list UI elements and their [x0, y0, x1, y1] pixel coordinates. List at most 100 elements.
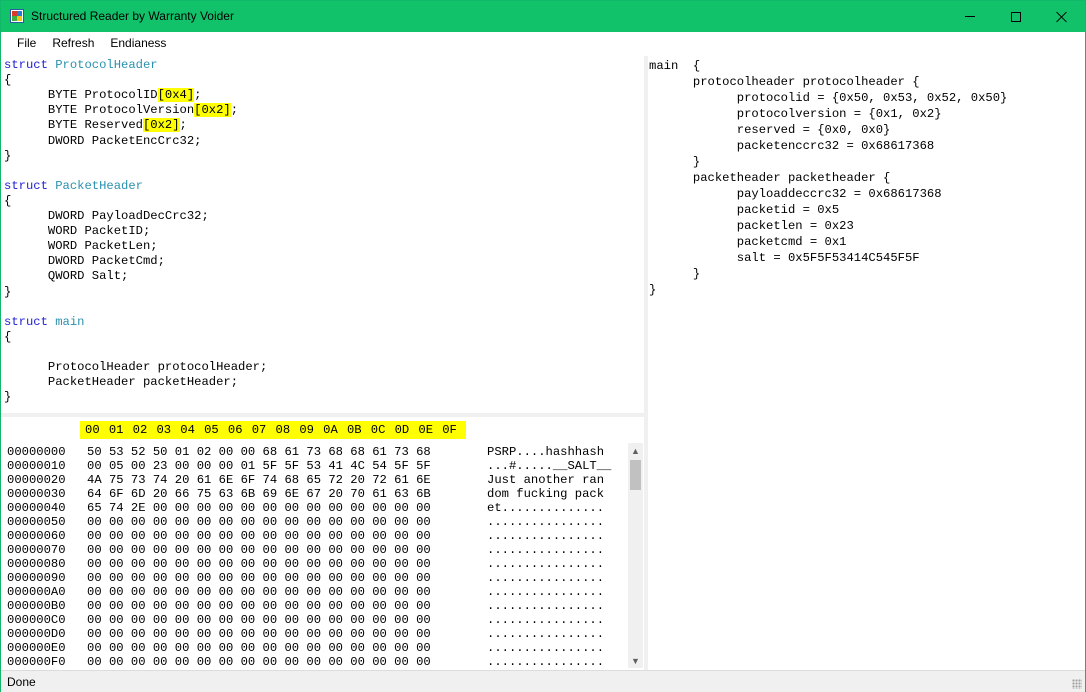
scroll-down-icon[interactable]: ▼ — [628, 653, 643, 668]
output-line: protocolid = {0x50, 0x53, 0x52, 0x50} — [649, 91, 1008, 105]
output-line: packetlen = 0x23 — [649, 219, 854, 233]
horizontal-splitter[interactable] — [1, 413, 645, 417]
editor-line: { — [4, 194, 11, 209]
hex-address: 00000030 — [7, 487, 66, 501]
hex-ascii[interactable]: ................ — [487, 627, 604, 641]
menu-refresh[interactable]: Refresh — [44, 32, 102, 54]
type-name-token: ProtocolHeader — [55, 58, 158, 72]
editor-line: } — [4, 285, 11, 300]
hex-bytes[interactable]: 65 74 2E 00 00 00 00 00 00 00 00 00 00 0… — [87, 501, 431, 515]
keyword-token: struct — [4, 58, 56, 72]
minimize-icon — [965, 16, 975, 17]
hex-bytes[interactable]: 00 00 00 00 00 00 00 00 00 00 00 00 00 0… — [87, 655, 431, 668]
hex-bytes[interactable]: 00 00 00 00 00 00 00 00 00 00 00 00 00 0… — [87, 613, 431, 627]
parsed-output-view[interactable]: main { protocolheader protocolheader { p… — [648, 56, 1085, 670]
editor-line: WORD PacketID; — [4, 224, 150, 239]
editor-line: struct ProtocolHeader — [4, 58, 158, 73]
hex-bytes[interactable]: 50 53 52 50 01 02 00 00 68 61 73 68 68 6… — [87, 445, 431, 459]
hex-column-header: 00 01 02 03 04 05 06 07 08 09 0A 0B 0C 0D 0E 0F — [80, 421, 466, 439]
hex-bytes[interactable]: 00 00 00 00 00 00 00 00 00 00 00 00 00 0… — [87, 571, 431, 585]
hex-ascii[interactable]: et.............. — [487, 501, 604, 515]
output-line: packetcmd = 0x1 — [649, 235, 847, 249]
type-name-token: PacketHeader — [55, 178, 143, 193]
hex-bytes[interactable]: 00 00 00 00 00 00 00 00 00 00 00 00 00 0… — [87, 599, 431, 613]
hex-bytes[interactable]: 64 6F 6D 20 66 75 63 6B 69 6E 67 20 70 6… — [87, 487, 431, 501]
code-text: { — [4, 73, 12, 88]
code-text: ; — [194, 88, 202, 103]
output-line: protocolheader protocolheader { — [649, 75, 920, 89]
editor-line: struct main — [4, 315, 84, 330]
hex-bytes[interactable]: 00 00 00 00 00 00 00 00 00 00 00 00 00 0… — [87, 627, 431, 641]
hex-ascii[interactable]: ................ — [487, 543, 604, 557]
hex-column-label: 0A — [323, 423, 338, 437]
resize-grip-icon[interactable] — [1072, 679, 1082, 689]
struct-definition-editor[interactable]: struct ProtocolHeader{ BYTE ProtocolID[0… — [2, 56, 644, 413]
hex-bytes[interactable]: 00 05 00 23 00 00 00 01 5F 5F 53 41 4C 5… — [87, 459, 431, 473]
title-bar[interactable]: Structured Reader by Warranty Voider — [1, 1, 1085, 32]
hex-address: 000000D0 — [7, 627, 66, 641]
hex-ascii[interactable]: ................ — [487, 613, 604, 627]
hex-ascii[interactable]: ................ — [487, 599, 604, 613]
highlighted-size: [0x2] — [142, 118, 180, 133]
menu-file[interactable]: File — [9, 32, 44, 54]
hex-ascii[interactable]: ...#.....__SALT__ — [487, 459, 611, 473]
hex-bytes[interactable]: 00 00 00 00 00 00 00 00 00 00 00 00 00 0… — [87, 557, 431, 571]
close-icon — [1056, 11, 1068, 23]
hex-address: 00000020 — [7, 473, 66, 487]
hex-bytes[interactable]: 00 00 00 00 00 00 00 00 00 00 00 00 00 0… — [87, 585, 431, 599]
hex-address: 000000B0 — [7, 599, 66, 613]
hex-bytes[interactable]: 4A 75 73 74 20 61 6E 6F 74 68 65 72 20 7… — [87, 473, 431, 487]
code-text: PacketHeader packetHeader; — [4, 375, 239, 390]
hex-ascii[interactable]: ................ — [487, 641, 604, 655]
editor-line: { — [4, 73, 11, 88]
editor-line: DWORD PacketEncCrc32; — [4, 134, 202, 149]
hex-address: 00000050 — [7, 515, 66, 529]
editor-line: } — [4, 390, 11, 405]
output-line: main { — [649, 59, 701, 73]
hex-ascii[interactable]: ................ — [487, 571, 604, 585]
close-button[interactable] — [1039, 1, 1085, 32]
scroll-up-icon[interactable]: ▲ — [628, 443, 643, 458]
output-line: salt = 0x5F5F53414C545F5F — [649, 251, 920, 265]
hex-ascii[interactable]: ................ — [487, 585, 604, 599]
hex-column-label: 08 — [275, 423, 291, 437]
hex-viewer[interactable]: 00000000 50 53 52 50 01 02 00 00 68 61 73… — [1, 443, 626, 668]
hex-ascii[interactable]: ................ — [487, 515, 604, 529]
editor-line: QWORD Salt; — [4, 269, 128, 284]
hex-ascii[interactable]: ................ — [487, 529, 604, 543]
hex-ascii[interactable]: dom fucking pack — [487, 487, 604, 501]
editor-line: DWORD PacketCmd; — [4, 254, 165, 269]
window-title: Structured Reader by Warranty Voider — [31, 9, 234, 23]
hex-ascii[interactable]: Just another ran — [487, 473, 604, 487]
hex-address: 00000000 — [7, 445, 66, 459]
scroll-thumb[interactable] — [630, 460, 641, 490]
editor-line: } — [4, 149, 11, 164]
editor-line: DWORD PayloadDecCrc32; — [4, 209, 209, 224]
editor-line: WORD PacketLen; — [4, 239, 158, 254]
output-line: packetenccrc32 = 0x68617368 — [649, 139, 935, 153]
hex-scrollbar[interactable]: ▲ ▼ — [628, 443, 643, 668]
hex-ascii[interactable]: ................ — [487, 557, 604, 571]
hex-address: 000000E0 — [7, 641, 66, 655]
hex-address: 00000080 — [7, 557, 66, 571]
maximize-button[interactable] — [993, 1, 1039, 32]
hex-column-label: 04 — [180, 423, 195, 437]
hex-column-label: 05 — [204, 423, 219, 437]
menu-endianess[interactable]: Endianess — [102, 32, 174, 54]
hex-bytes[interactable]: 00 00 00 00 00 00 00 00 00 00 00 00 00 0… — [87, 641, 431, 655]
code-text: QWORD Salt; — [4, 269, 129, 284]
maximize-icon — [1011, 11, 1021, 22]
hex-column-label: 0D — [394, 423, 410, 437]
output-line: reserved = {0x0, 0x0} — [649, 123, 891, 137]
hex-column-label: 09 — [299, 423, 314, 437]
hex-ascii[interactable]: PSRP....hashhash — [487, 445, 604, 459]
hex-bytes[interactable]: 00 00 00 00 00 00 00 00 00 00 00 00 00 0… — [87, 529, 431, 543]
editor-line: ProtocolHeader protocolHeader; — [4, 360, 267, 375]
editor-line: BYTE ProtocolID[0x4]; — [4, 88, 202, 103]
code-text: BYTE ProtocolVersion — [4, 103, 195, 118]
hex-bytes[interactable]: 00 00 00 00 00 00 00 00 00 00 00 00 00 0… — [87, 543, 431, 557]
hex-bytes[interactable]: 00 00 00 00 00 00 00 00 00 00 00 00 00 0… — [87, 515, 431, 529]
minimize-button[interactable] — [947, 1, 993, 32]
hex-address: 00000040 — [7, 501, 66, 515]
hex-ascii[interactable]: ................ — [487, 655, 604, 668]
